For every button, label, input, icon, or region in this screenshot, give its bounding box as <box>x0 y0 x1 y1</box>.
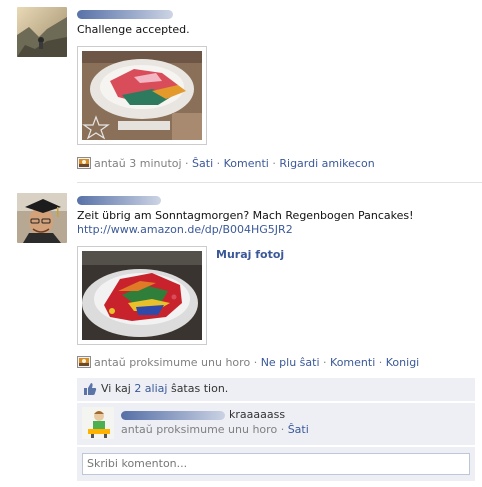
rainbow-pancake-photo-icon <box>82 251 202 340</box>
timestamp[interactable]: antaŭ 3 minutoj <box>94 157 182 170</box>
separator: · <box>185 157 189 170</box>
separator: · <box>280 423 285 436</box>
view-friendship-link[interactable]: Rigardi amikecon <box>279 157 374 170</box>
photo-story-icon <box>77 356 91 368</box>
comment-input[interactable]: Skribi komenton... <box>82 453 470 475</box>
separator: · <box>323 356 327 369</box>
comment-link[interactable]: Komenti <box>224 157 269 170</box>
timestamp[interactable]: antaŭ proksimume unu horo <box>94 356 250 369</box>
avatar[interactable] <box>17 193 67 243</box>
separator: · <box>253 356 258 369</box>
wall-photos-link[interactable]: Muraj fotoj <box>216 248 284 261</box>
separator: · <box>216 157 221 170</box>
likers-link[interactable]: 2 aliaj <box>134 382 167 395</box>
photo-story-icon <box>77 157 91 169</box>
cartoon-avatar-icon <box>82 407 114 439</box>
story-meta: antaŭ proksimume unu horo · Ne plu ŝati … <box>77 356 419 370</box>
likes-suffix: ŝatas tion. <box>167 382 229 395</box>
unlike-link[interactable]: Ne plu ŝati <box>261 356 320 369</box>
story-1: Challenge accepted. antaŭ 3 minutoj · Ŝa… <box>0 0 482 182</box>
story-2: Zeit übrig am Sonntagmorgen? Mach Regenb… <box>0 183 482 487</box>
graduate-photo-icon <box>17 193 67 243</box>
comment-item: kraaaaass antaŭ proksimume unu horo · Ŝa… <box>77 403 475 445</box>
comment-timestamp[interactable]: antaŭ proksimume unu horo <box>121 423 277 436</box>
pancake-plate-photo-icon <box>82 51 202 140</box>
thumbs-up-icon <box>83 382 97 396</box>
author-name[interactable] <box>77 196 161 205</box>
comment-like-link[interactable]: Ŝati <box>288 423 309 436</box>
post-message: Challenge accepted. <box>77 23 190 36</box>
post-link[interactable]: http://www.amazon.de/dp/B004HG5JR2 <box>77 223 293 237</box>
post-message: Zeit übrig am Sonntagmorgen? Mach Regenb… <box>77 209 414 222</box>
likes-prefix: Vi kaj <box>101 382 135 395</box>
comment-link[interactable]: Komenti <box>330 356 375 369</box>
separator: · <box>378 356 383 369</box>
share-link[interactable]: Konigi <box>386 356 419 369</box>
likes-sentence: Vi kaj 2 aliaj ŝatas tion. <box>101 382 228 395</box>
commenter-name[interactable] <box>121 411 225 420</box>
climber-photo-icon <box>17 7 67 57</box>
story-meta: antaŭ 3 minutoj · Ŝati · Komenti · Rigar… <box>77 157 375 171</box>
likes-row: Vi kaj 2 aliaj ŝatas tion. <box>77 378 475 401</box>
separator: · <box>272 157 276 170</box>
author-name[interactable] <box>77 10 173 19</box>
comment-text: kraaaaass <box>229 408 286 421</box>
add-comment-row: Skribi komenton... <box>77 447 475 481</box>
comment-meta: antaŭ proksimume unu horo · Ŝati <box>121 423 309 437</box>
like-link[interactable]: Ŝati <box>192 157 213 170</box>
post-photo[interactable] <box>77 46 207 145</box>
avatar[interactable] <box>17 7 67 57</box>
post-photo[interactable] <box>77 246 207 345</box>
commenter-avatar[interactable] <box>82 407 114 439</box>
